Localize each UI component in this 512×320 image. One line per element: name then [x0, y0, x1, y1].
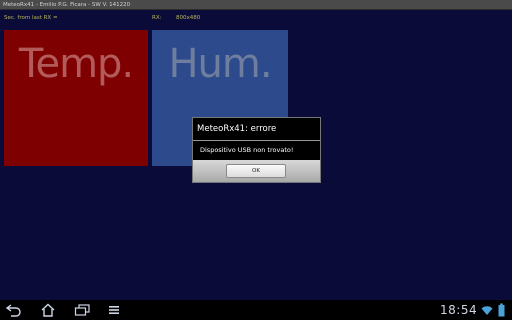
seconds-since-rx-label: Sec. from last RX =	[4, 15, 58, 21]
system-navigation-bar: 18:54	[0, 300, 512, 320]
recent-apps-icon[interactable]	[74, 303, 90, 317]
clock: 18:54	[440, 303, 478, 317]
rx-label: RX:	[152, 15, 162, 21]
dialog-divider	[193, 140, 320, 141]
ok-button[interactable]: OK	[226, 164, 286, 178]
status-line: Sec. from last RX = RX: 800x480	[0, 14, 512, 22]
battery-icon	[498, 303, 505, 317]
dialog-title: MeteoRx41: errore	[197, 124, 277, 134]
dialog-message: Dispositivo USB non trovato!	[200, 146, 294, 154]
temperature-tile-label: Temp.	[18, 41, 134, 87]
back-icon[interactable]	[6, 303, 22, 317]
dialog-button-bar: OK	[193, 160, 320, 182]
screen-resolution: 800x480	[176, 15, 201, 21]
menu-icon[interactable]	[106, 303, 122, 317]
wifi-icon	[481, 306, 493, 315]
window-title-bar: MeteoRx41 - Emilio P.G. Ficara - SW V. 1…	[0, 0, 512, 10]
error-dialog: MeteoRx41: errore Dispositivo USB non tr…	[192, 117, 321, 183]
home-icon[interactable]	[40, 303, 56, 317]
temperature-tile[interactable]: Temp.	[4, 30, 148, 166]
window-title: MeteoRx41 - Emilio P.G. Ficara - SW V. 1…	[3, 2, 131, 8]
